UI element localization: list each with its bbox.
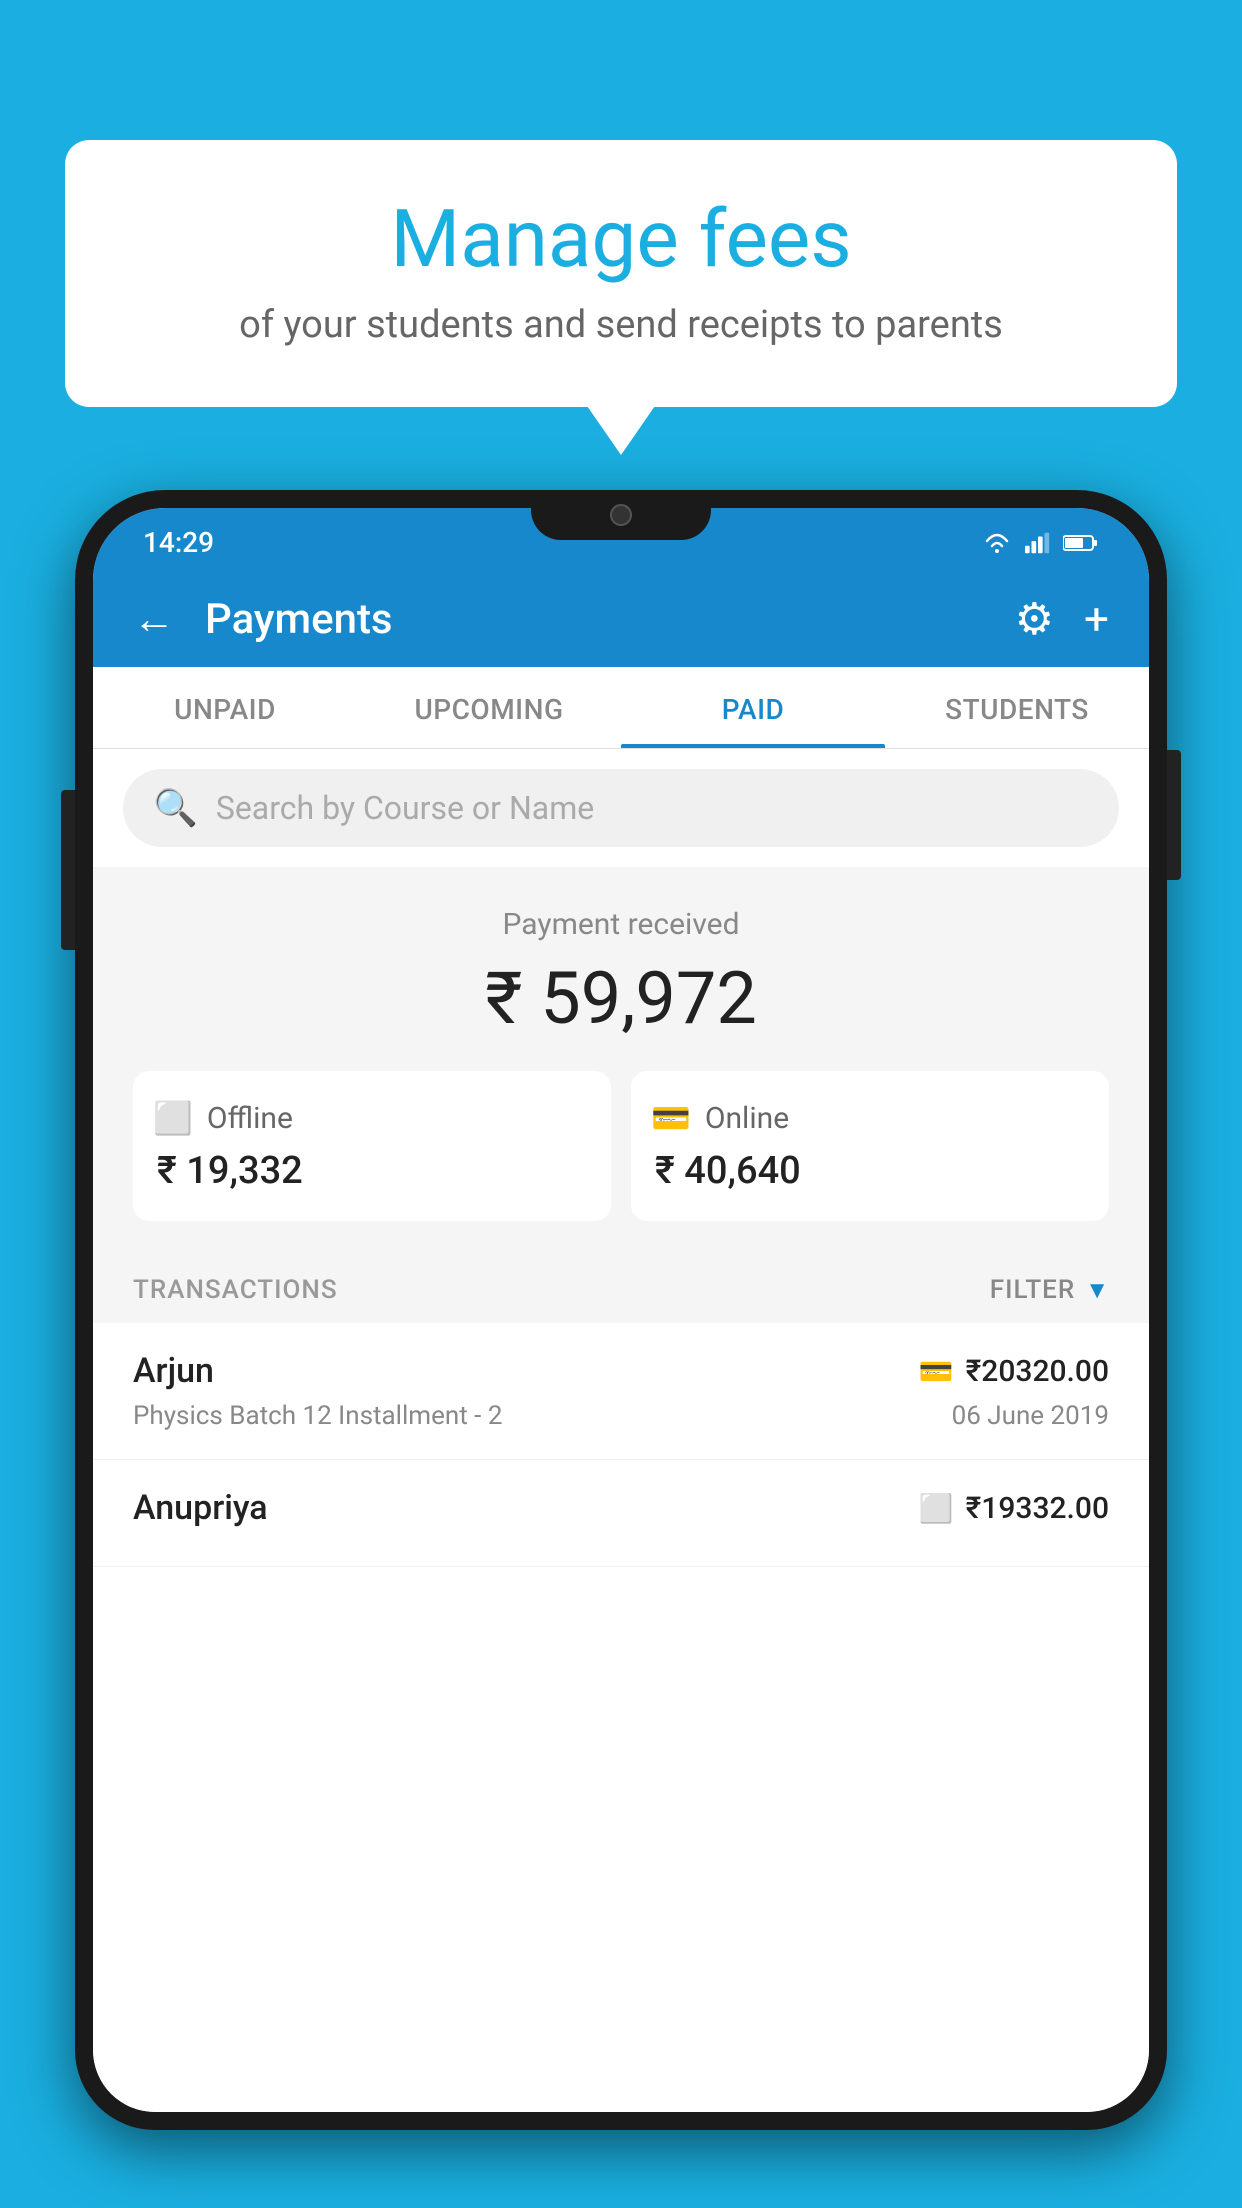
transaction-list: Arjun 💳 ₹20320.00 Physics Batch 12 Insta… [93, 1323, 1149, 2112]
transaction-anupriya-amount-row: ⬜ ₹19332.00 [919, 1491, 1109, 1526]
transactions-label: TRANSACTIONS [133, 1275, 338, 1305]
status-time: 14:29 [143, 526, 214, 559]
speech-bubble-container: Manage fees of your students and send re… [65, 140, 1177, 407]
payment-received-label: Payment received [133, 907, 1109, 942]
filter-label[interactable]: FILTER [990, 1275, 1075, 1305]
transaction-arjun-course: Physics Batch 12 Installment - 2 [133, 1401, 502, 1431]
transaction-item-arjun[interactable]: Arjun 💳 ₹20320.00 Physics Batch 12 Insta… [93, 1323, 1149, 1460]
speech-bubble: Manage fees of your students and send re… [65, 140, 1177, 407]
tab-paid[interactable]: PAID [621, 667, 885, 748]
gear-icon[interactable]: ⚙ [1015, 593, 1054, 645]
transaction-arjun-detail: Physics Batch 12 Installment - 2 06 June… [133, 1401, 1109, 1431]
status-icons [981, 532, 1099, 554]
tab-unpaid[interactable]: UNPAID [93, 667, 357, 748]
app-bar-title: Payments [205, 595, 1015, 644]
signal-icon [1025, 532, 1051, 554]
transaction-arjun-amount-row: 💳 ₹20320.00 [919, 1354, 1109, 1389]
online-card-header: 💳 Online [651, 1099, 1089, 1137]
offline-label: Offline [207, 1101, 293, 1136]
phone-notch [531, 490, 711, 540]
online-payment-icon: 💳 [919, 1355, 954, 1388]
camera-dot [610, 504, 632, 526]
search-container: 🔍 Search by Course or Name [93, 749, 1149, 867]
online-label: Online [705, 1101, 789, 1136]
transaction-arjun-date: 06 June 2019 [952, 1401, 1109, 1431]
back-button[interactable]: ← [133, 595, 175, 644]
battery-icon [1063, 534, 1099, 552]
transaction-arjun-name: Arjun [133, 1351, 214, 1391]
phone-screen: 14:29 [93, 508, 1149, 2112]
app-bar: ← Payments ⚙ + [93, 571, 1149, 667]
transactions-header: TRANSACTIONS FILTER ▼ [93, 1251, 1149, 1323]
transaction-arjun-row: Arjun 💳 ₹20320.00 [133, 1351, 1109, 1391]
add-icon[interactable]: + [1084, 593, 1109, 645]
offline-icon: ⬜ [153, 1099, 193, 1137]
search-box[interactable]: 🔍 Search by Course or Name [123, 769, 1119, 847]
search-icon: 🔍 [153, 787, 198, 829]
search-input[interactable]: Search by Course or Name [216, 789, 594, 827]
transaction-anupriya-amount: ₹19332.00 [966, 1491, 1109, 1526]
online-icon: 💳 [651, 1099, 691, 1137]
transaction-anupriya-row: Anupriya ⬜ ₹19332.00 [133, 1488, 1109, 1528]
speech-bubble-title: Manage fees [125, 195, 1117, 283]
payment-received-section: Payment received ₹ 59,972 ⬜ Offline ₹ 19… [93, 867, 1149, 1251]
offline-payment-icon: ⬜ [919, 1492, 954, 1525]
offline-card: ⬜ Offline ₹ 19,332 [133, 1071, 611, 1221]
payment-total-amount: ₹ 59,972 [133, 956, 1109, 1041]
tabs: UNPAID UPCOMING PAID STUDENTS [93, 667, 1149, 749]
offline-card-header: ⬜ Offline [153, 1099, 591, 1137]
payment-cards: ⬜ Offline ₹ 19,332 💳 Online ₹ 40,640 [133, 1071, 1109, 1221]
tab-upcoming[interactable]: UPCOMING [357, 667, 621, 748]
online-amount: ₹ 40,640 [651, 1149, 1089, 1193]
phone-outer: 14:29 [75, 490, 1167, 2130]
tab-students[interactable]: STUDENTS [885, 667, 1149, 748]
filter-icon: ▼ [1085, 1276, 1109, 1305]
transaction-item-anupriya[interactable]: Anupriya ⬜ ₹19332.00 [93, 1460, 1149, 1567]
filter-container[interactable]: FILTER ▼ [990, 1275, 1109, 1305]
phone-wrapper: 14:29 [75, 490, 1167, 2208]
transaction-arjun-amount: ₹20320.00 [966, 1354, 1109, 1389]
app-bar-icons: ⚙ + [1015, 593, 1109, 645]
offline-amount: ₹ 19,332 [153, 1149, 591, 1193]
online-card: 💳 Online ₹ 40,640 [631, 1071, 1109, 1221]
transaction-anupriya-name: Anupriya [133, 1488, 268, 1528]
wifi-icon [981, 532, 1013, 554]
speech-bubble-subtitle: of your students and send receipts to pa… [125, 303, 1117, 347]
